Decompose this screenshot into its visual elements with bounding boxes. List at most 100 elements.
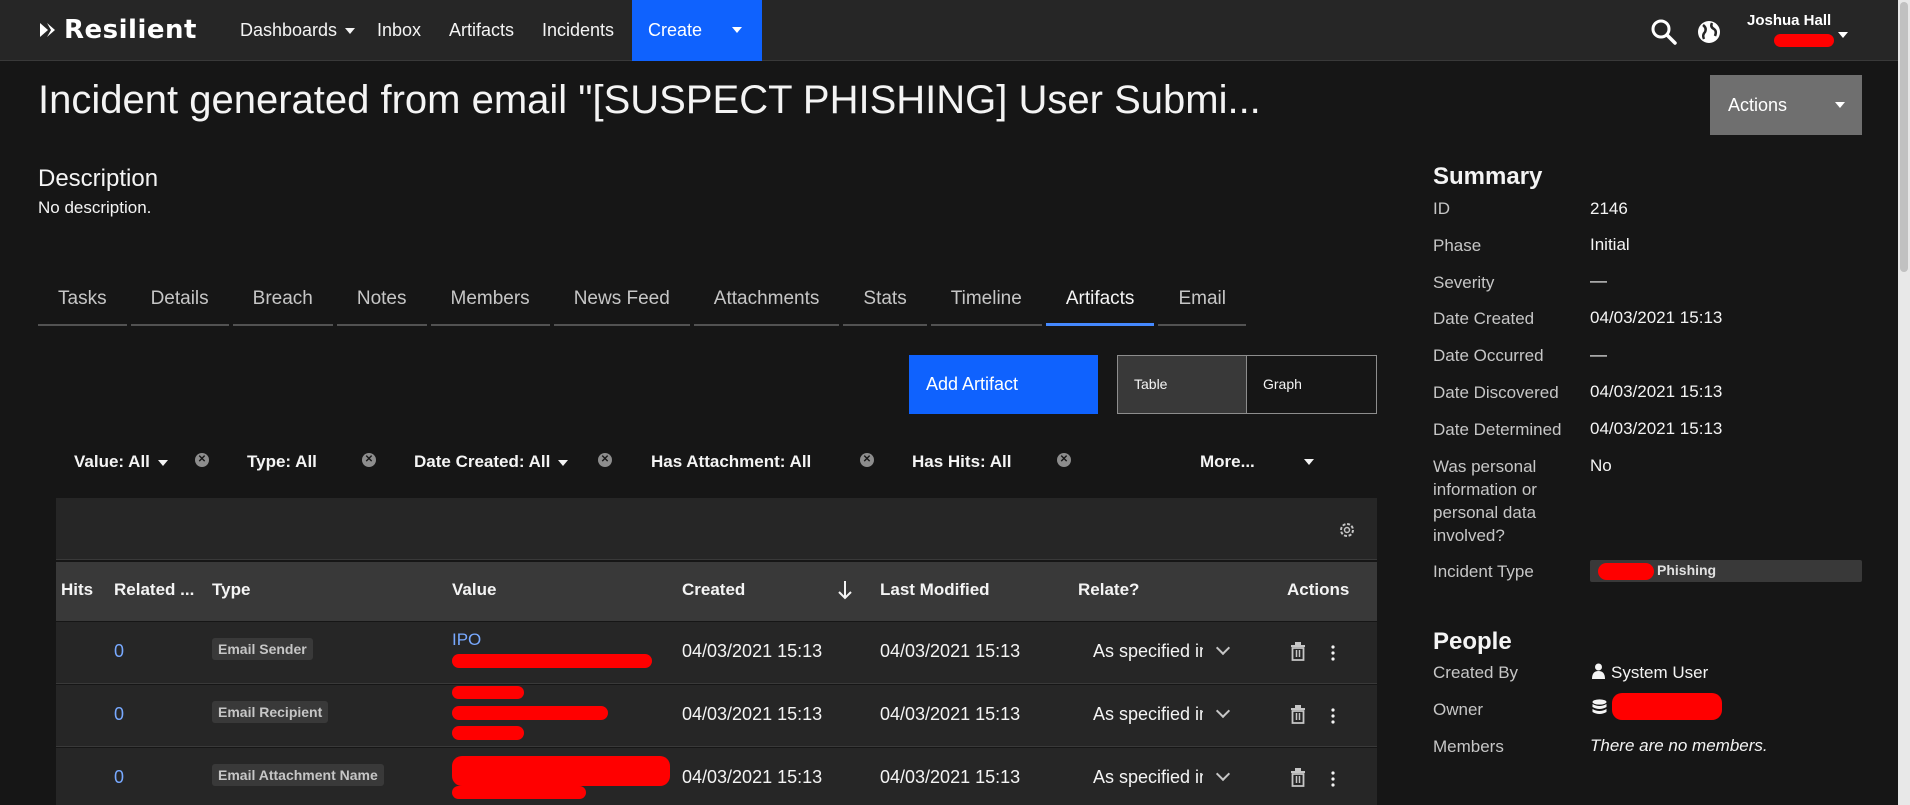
related-count-link[interactable]: 0 <box>114 704 124 725</box>
tab-notes[interactable]: Notes <box>336 280 427 326</box>
nav-inbox[interactable]: Inbox <box>377 0 421 61</box>
column-relate[interactable]: Relate? <box>1078 580 1139 600</box>
owner-label: Owner <box>1433 700 1484 719</box>
summary-date-discovered-label: Date Discovered <box>1433 383 1559 402</box>
tab-timeline[interactable]: Timeline <box>930 280 1042 326</box>
type-tag: Email Sender <box>212 638 313 660</box>
tab-breach[interactable]: Breach <box>232 280 333 326</box>
resilient-logo[interactable]: Resilient <box>38 15 197 45</box>
trash-icon[interactable] <box>1290 642 1306 661</box>
created-date: 04/03/2021 15:13 <box>682 641 823 661</box>
related-count-link[interactable]: 0 <box>114 767 124 788</box>
tab-attachments[interactable]: Attachments <box>693 280 840 326</box>
summary-phase-label: Phase <box>1433 236 1482 255</box>
nav-artifacts[interactable]: Artifacts <box>449 0 514 61</box>
redaction-mark <box>452 706 608 720</box>
summary-date-discovered-value: 04/03/2021 15:13 <box>1590 382 1723 401</box>
summary-date-determined-value: 04/03/2021 15:13 <box>1590 419 1723 438</box>
tab-members[interactable]: Members <box>430 280 550 326</box>
clear-filter-icon[interactable]: ✕ <box>860 453 874 467</box>
artifact-value-link[interactable]: IPO <box>452 630 481 650</box>
view-toggle: Table Graph <box>1117 355 1377 414</box>
create-button[interactable]: Create <box>632 0 762 61</box>
nav-dashboards[interactable]: Dashboards <box>240 0 356 61</box>
column-hits[interactable]: Hits <box>61 580 93 600</box>
tab-tasks[interactable]: Tasks <box>38 280 127 326</box>
overflow-menu-icon[interactable] <box>1331 645 1335 661</box>
database-icon <box>1592 699 1607 714</box>
filter-type[interactable]: Type: All <box>247 452 317 472</box>
column-related[interactable]: Related ... <box>114 580 194 600</box>
modified-date: 04/03/2021 15:13 <box>880 704 1021 724</box>
description-text: No description. <box>38 198 152 217</box>
column-last-modified[interactable]: Last Modified <box>880 580 990 600</box>
search-icon[interactable] <box>1650 18 1678 46</box>
view-graph-option[interactable]: Graph <box>1247 356 1376 413</box>
column-value[interactable]: Value <box>452 580 496 600</box>
scrollbar-thumb[interactable] <box>1900 2 1908 272</box>
nav-dashboards-label: Dashboards <box>240 20 338 40</box>
column-type[interactable]: Type <box>212 580 250 600</box>
modified-date: 04/03/2021 15:13 <box>880 641 1021 661</box>
tab-details[interactable]: Details <box>130 280 229 326</box>
overflow-menu-icon[interactable] <box>1331 771 1335 787</box>
redaction-mark <box>452 654 652 668</box>
clear-filter-icon[interactable]: ✕ <box>362 453 376 467</box>
summary-date-created-value: 04/03/2021 15:13 <box>1590 308 1723 327</box>
chevron-down-icon <box>157 459 168 466</box>
globe-icon[interactable] <box>1695 18 1723 46</box>
clear-filter-icon[interactable]: ✕ <box>1057 453 1071 467</box>
summary-heading: Summary <box>1433 163 1543 190</box>
page-title: Incident generated from email "[SUSPECT … <box>38 78 1261 122</box>
filter-more[interactable]: More... <box>1200 452 1255 472</box>
redaction-mark <box>1598 563 1654 580</box>
chevron-down-icon[interactable] <box>732 27 742 33</box>
user-name[interactable]: Joshua Hall <box>1747 12 1831 29</box>
gear-icon[interactable] <box>1338 521 1356 539</box>
redaction-mark <box>452 686 524 699</box>
tab-news-feed[interactable]: News Feed <box>553 280 690 326</box>
view-table-option[interactable]: Table <box>1118 356 1247 413</box>
filter-date-created[interactable]: Date Created: All <box>414 452 569 472</box>
filter-date-created-label: Date Created: All <box>414 452 551 471</box>
create-label: Create <box>648 20 703 40</box>
actions-button[interactable]: Actions <box>1710 75 1862 135</box>
sort-descending-icon[interactable] <box>837 579 853 601</box>
column-created[interactable]: Created <box>682 580 745 600</box>
filter-value-label: Value: All <box>74 452 150 471</box>
chevron-down-icon <box>558 459 569 466</box>
add-artifact-button[interactable]: Add Artifact <box>909 355 1098 414</box>
related-count-link[interactable]: 0 <box>114 641 124 662</box>
summary-date-determined-label: Date Determined <box>1433 420 1562 439</box>
relate-select[interactable]: As specified in <box>1093 767 1203 788</box>
relate-select[interactable]: As specified in <box>1093 641 1203 662</box>
created-by-value: System User <box>1611 663 1709 682</box>
user-icon <box>1592 663 1605 679</box>
created-by-label: Created By <box>1433 663 1519 682</box>
filter-has-attachment[interactable]: Has Attachment: All <box>651 452 811 472</box>
summary-severity-value: — <box>1590 271 1607 290</box>
incident-tabs: Tasks Details Breach Notes Members News … <box>38 280 1250 326</box>
filter-value[interactable]: Value: All <box>74 452 168 472</box>
trash-icon[interactable] <box>1290 768 1306 787</box>
incident-type-value: Phishing <box>1657 562 1717 578</box>
members-label: Members <box>1433 737 1504 756</box>
redaction-mark <box>1612 693 1722 720</box>
overflow-menu-icon[interactable] <box>1331 708 1335 724</box>
chevron-down-icon <box>1835 102 1845 108</box>
nav-incidents[interactable]: Incidents <box>542 0 614 61</box>
table-toolbar <box>56 498 1377 560</box>
tab-stats[interactable]: Stats <box>843 280 927 326</box>
summary-severity-label: Severity <box>1433 273 1495 292</box>
clear-filter-icon[interactable]: ✕ <box>195 453 209 467</box>
filter-has-hits[interactable]: Has Hits: All <box>912 452 1012 472</box>
clear-filter-icon[interactable]: ✕ <box>598 453 612 467</box>
chevron-down-icon[interactable] <box>1304 459 1314 465</box>
relate-select[interactable]: As specified in <box>1093 704 1203 725</box>
summary-date-created-label: Date Created <box>1433 309 1535 328</box>
created-date: 04/03/2021 15:13 <box>682 704 823 724</box>
chevron-down-icon[interactable] <box>1838 32 1848 38</box>
tab-email[interactable]: Email <box>1158 280 1246 326</box>
tab-artifacts[interactable]: Artifacts <box>1045 280 1155 326</box>
trash-icon[interactable] <box>1290 705 1306 724</box>
